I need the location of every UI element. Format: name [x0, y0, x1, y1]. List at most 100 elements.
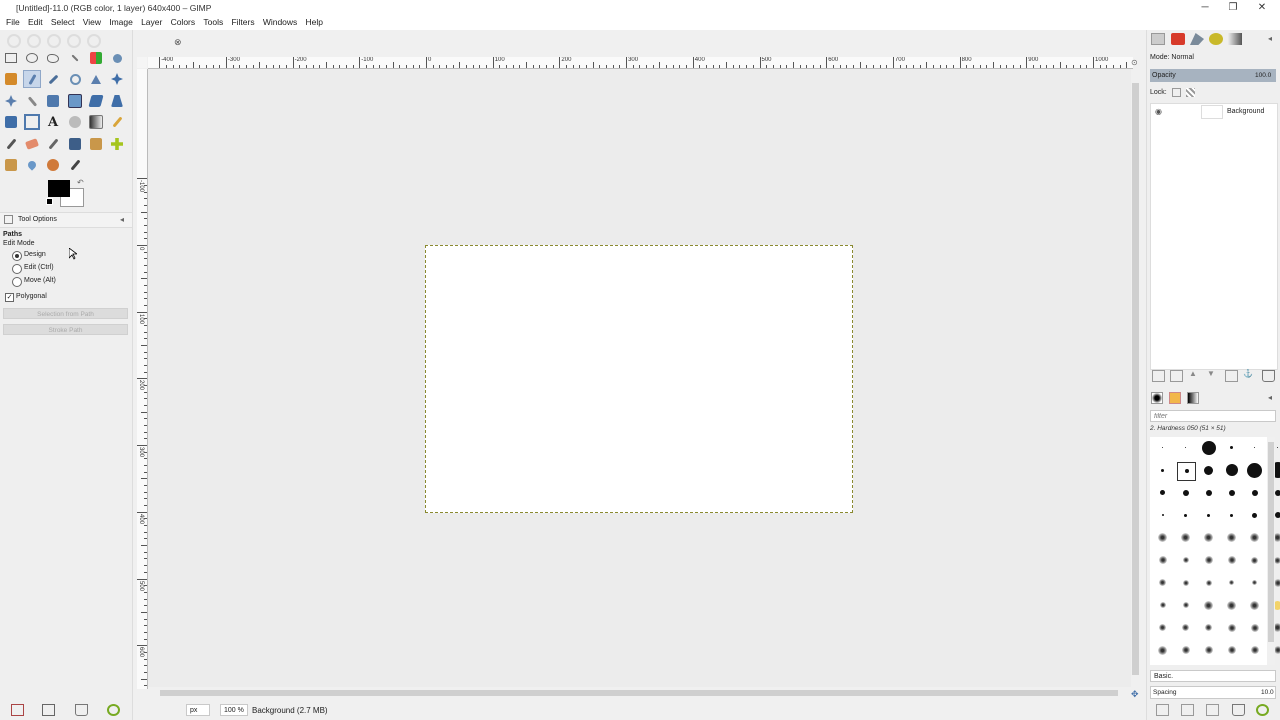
clone-icon[interactable]: [87, 135, 105, 153]
duplicate-layer-icon[interactable]: [1225, 370, 1238, 382]
brush-preset[interactable]: [1223, 529, 1240, 546]
fuzzy-select-icon[interactable]: [66, 49, 84, 67]
brush-grid[interactable]: [1150, 437, 1280, 665]
brush-preset[interactable]: [1223, 507, 1240, 524]
menu-help[interactable]: Help: [306, 15, 323, 30]
brush-preset[interactable]: [1177, 461, 1196, 481]
measure-icon[interactable]: [87, 70, 105, 88]
brush-preset[interactable]: [1223, 439, 1240, 456]
menu-filters[interactable]: Filters: [231, 15, 254, 30]
brush-preset[interactable]: [1200, 552, 1217, 569]
ink-icon[interactable]: [66, 135, 84, 153]
polygonal-checkbox[interactable]: ✓: [5, 293, 14, 302]
brush-preset[interactable]: [1177, 484, 1194, 501]
layer-mode-selector[interactable]: Mode: Normal: [1150, 54, 1194, 61]
navigate-icon[interactable]: ✥: [1131, 689, 1139, 700]
stroke-path-button[interactable]: Stroke Path: [3, 324, 128, 335]
bucket-fill-icon[interactable]: [66, 113, 84, 131]
reset-tool-options-icon[interactable]: [107, 704, 120, 716]
brush-preset[interactable]: [1154, 597, 1171, 614]
vertical-scrollbar-thumb[interactable]: [1132, 83, 1139, 675]
ellipse-select-icon[interactable]: [23, 49, 41, 67]
smudge-icon[interactable]: [44, 156, 62, 174]
delete-layer-icon[interactable]: [1262, 370, 1275, 382]
brush-preset[interactable]: [1223, 552, 1240, 569]
menu-tools[interactable]: Tools: [203, 15, 223, 30]
delete-tool-preset-icon[interactable]: [75, 704, 88, 716]
cage-transform-icon[interactable]: [23, 113, 41, 131]
brush-preset[interactable]: [1246, 642, 1263, 659]
layers-tab-icon[interactable]: [1151, 33, 1165, 45]
brush-preset[interactable]: [1200, 439, 1217, 456]
channels-tab-icon[interactable]: [1171, 33, 1185, 45]
foreground-color-swatch[interactable]: [48, 180, 70, 197]
brush-preset[interactable]: [1154, 439, 1171, 456]
new-brush-icon[interactable]: [1181, 704, 1194, 716]
rotate-icon[interactable]: [44, 92, 62, 110]
brush-preset[interactable]: [1154, 552, 1171, 569]
brush-preset[interactable]: [1246, 552, 1263, 569]
brushes-tab-icon[interactable]: [1151, 392, 1163, 404]
brush-preset[interactable]: [1200, 462, 1217, 479]
selection-from-path-button[interactable]: Selection from Path: [3, 308, 128, 319]
brush-preset[interactable]: [1223, 597, 1240, 614]
menu-edit[interactable]: Edit: [28, 15, 43, 30]
gradients-tab-icon-2[interactable]: [1187, 392, 1199, 404]
horizontal-ruler[interactable]: -400 -300 -200 -100 0 100 200 300 400 500 600 700 80…: [148, 57, 1133, 69]
brush-preset[interactable]: [1223, 462, 1240, 479]
brush-preset[interactable]: [1200, 484, 1217, 501]
brush-preset[interactable]: [1177, 642, 1194, 659]
airbrush-icon[interactable]: [44, 135, 62, 153]
brush-preset[interactable]: [1200, 619, 1217, 636]
tool-options-tab[interactable]: Tool Options ◂: [0, 212, 132, 228]
brushes-panel-menu-icon[interactable]: ◂: [1268, 393, 1272, 402]
brush-preset[interactable]: [1223, 574, 1240, 591]
vertical-scrollbar[interactable]: [1131, 69, 1140, 689]
move-icon[interactable]: [108, 70, 126, 88]
brush-preset[interactable]: [1177, 597, 1194, 614]
default-colors-icon[interactable]: [46, 198, 53, 205]
menu-image[interactable]: Image: [109, 15, 133, 30]
brush-preset[interactable]: [1177, 439, 1194, 456]
opacity-slider[interactable]: Opacity 100.0: [1150, 69, 1276, 82]
raise-layer-icon[interactable]: ▲: [1189, 369, 1197, 378]
menu-colors[interactable]: Colors: [171, 15, 196, 30]
brush-preset[interactable]: [1223, 642, 1240, 659]
edit-brush-icon[interactable]: [1156, 704, 1169, 716]
image-canvas[interactable]: [425, 245, 853, 513]
zoom-follow-icon[interactable]: ⊙: [1131, 58, 1138, 67]
menu-view[interactable]: View: [83, 15, 101, 30]
brush-filter-input[interactable]: [1150, 410, 1276, 422]
horizontal-scrollbar[interactable]: [148, 688, 1131, 698]
brush-preset[interactable]: [1154, 619, 1171, 636]
brush-preset-selector[interactable]: Basic.: [1150, 670, 1276, 682]
patterns-tab-icon[interactable]: [1169, 392, 1181, 404]
duplicate-brush-icon[interactable]: [1206, 704, 1219, 716]
brush-preset[interactable]: [1246, 462, 1263, 479]
brush-preset[interactable]: [1177, 574, 1194, 591]
brush-preset[interactable]: [1154, 462, 1171, 479]
undo-history-tab-icon[interactable]: [1209, 33, 1223, 45]
brush-preset[interactable]: [1200, 507, 1217, 524]
scissors-select-icon[interactable]: [108, 49, 126, 67]
unit-selector[interactable]: px: [186, 704, 210, 716]
brush-preset[interactable]: [1154, 574, 1171, 591]
brush-preset[interactable]: [1154, 529, 1171, 546]
pencil-icon[interactable]: [108, 113, 126, 131]
brush-preset[interactable]: [1200, 642, 1217, 659]
brush-preset[interactable]: [1177, 619, 1194, 636]
menu-file[interactable]: File: [6, 15, 20, 30]
heal-icon[interactable]: [108, 135, 126, 153]
panel-menu-icon[interactable]: ◂: [120, 215, 124, 224]
brush-preset[interactable]: [1223, 619, 1240, 636]
close-image-tab-icon[interactable]: ⊗: [174, 37, 182, 48]
delete-brush-icon[interactable]: [1232, 704, 1245, 716]
layers-panel-menu-icon[interactable]: ◂: [1268, 34, 1272, 43]
transform-icon[interactable]: [23, 92, 41, 110]
free-select-icon[interactable]: [44, 49, 62, 67]
menu-windows[interactable]: Windows: [263, 15, 297, 30]
blur-icon[interactable]: [23, 156, 41, 174]
new-layer-icon[interactable]: [1152, 370, 1165, 382]
minimize-button[interactable]: ─: [1190, 0, 1220, 15]
blend-icon[interactable]: [87, 113, 105, 131]
